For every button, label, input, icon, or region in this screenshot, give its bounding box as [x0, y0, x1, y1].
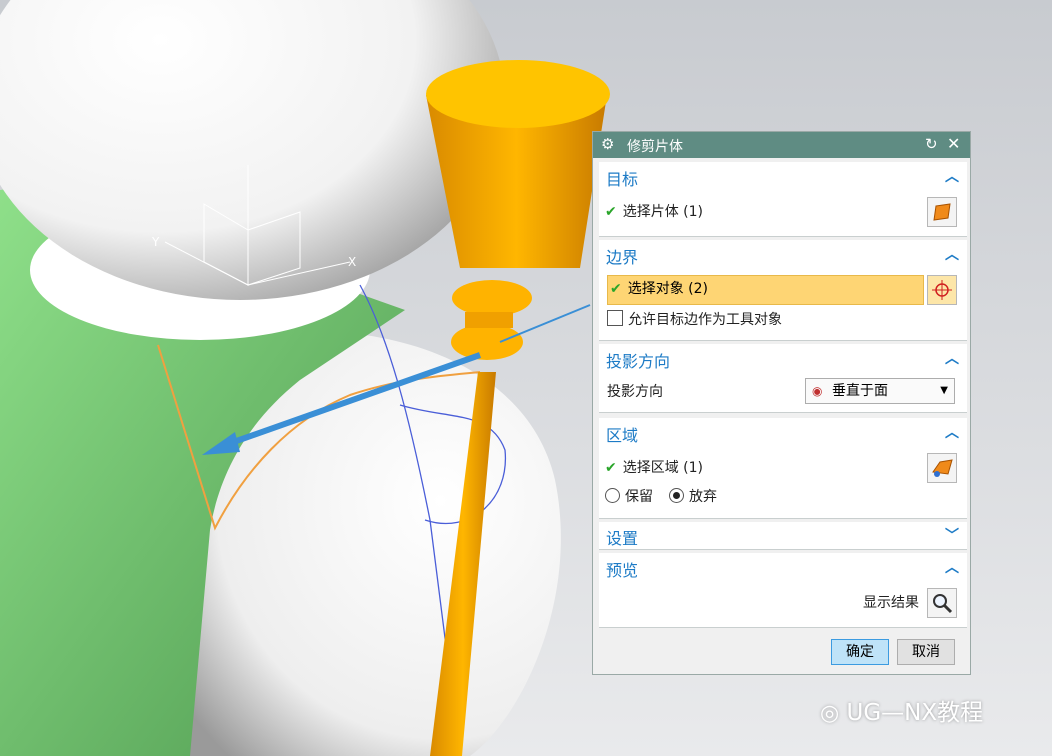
select-object-label: 选择对象 (2)	[627, 281, 709, 297]
show-result-label: 显示结果	[863, 595, 919, 611]
select-region-row[interactable]: ✔ 选择区域 (1)	[605, 456, 703, 480]
section-target: 目标 ︿ ✔ 选择片体 (1)	[599, 162, 967, 237]
show-result-button[interactable]	[927, 588, 957, 618]
check-icon: ✔	[605, 460, 617, 476]
axis-x-label: X	[348, 255, 356, 269]
check-icon: ✔	[605, 204, 617, 220]
chevron-up-icon[interactable]: ︿	[945, 166, 959, 186]
section-target-title: 目标	[606, 170, 639, 189]
section-settings-header[interactable]: 设置 ﹀	[599, 522, 967, 552]
discard-label: 放弃	[689, 489, 717, 505]
allow-target-edge-row[interactable]: 允许目标边作为工具对象	[607, 308, 782, 332]
select-sheet-button[interactable]	[927, 197, 957, 227]
projection-value: 垂直于面	[832, 383, 888, 399]
section-boundary-title: 边界	[606, 248, 639, 267]
watermark-text: UG—NX教程	[846, 700, 984, 726]
section-settings-title: 设置	[606, 529, 639, 548]
section-preview-header[interactable]: 预览 ︿	[599, 553, 967, 583]
section-projection-header[interactable]: 投影方向 ︿	[599, 344, 967, 374]
gear-icon[interactable]: ⚙	[601, 135, 614, 153]
sheet-icon	[933, 203, 951, 221]
normal-to-face-icon: ◉	[812, 384, 823, 398]
chevron-up-icon[interactable]: ︿	[945, 557, 959, 577]
watermark: ◎ UG—NX教程	[820, 693, 983, 727]
chevron-up-icon[interactable]: ︿	[945, 348, 959, 368]
projection-direction-select[interactable]: ◉ 垂直于面 ▼	[805, 378, 955, 404]
magnifier-icon	[933, 594, 953, 614]
section-preview-title: 预览	[606, 561, 639, 580]
section-region-header[interactable]: 区域 ︿	[599, 418, 967, 448]
axis-y-label: Y	[151, 235, 160, 249]
section-boundary-header[interactable]: 边界 ︿	[599, 240, 967, 270]
section-projection-title: 投影方向	[606, 352, 671, 371]
select-region-label: 选择区域 (1)	[622, 460, 704, 476]
discard-option[interactable]: 放弃	[669, 485, 717, 509]
section-region-title: 区域	[606, 426, 639, 445]
close-icon[interactable]: ✕	[947, 134, 960, 153]
chevron-down-icon[interactable]: ﹀	[945, 525, 959, 545]
region-icon	[932, 459, 953, 477]
cancel-button[interactable]: 取消	[897, 639, 955, 665]
keep-option[interactable]: 保留	[605, 485, 653, 509]
dropdown-arrow-icon: ▼	[940, 385, 948, 396]
allow-target-edge-checkbox[interactable]	[607, 310, 623, 326]
allow-target-edge-label: 允许目标边作为工具对象	[628, 312, 782, 328]
select-sheet-row[interactable]: ✔ 选择片体 (1)	[605, 200, 703, 224]
section-settings: 设置 ﹀	[599, 522, 967, 550]
check-icon: ✔	[610, 281, 622, 297]
keep-label: 保留	[625, 489, 653, 505]
ok-button[interactable]: 确定	[831, 639, 889, 665]
wechat-icon: ◎	[820, 701, 840, 726]
discard-radio[interactable]	[669, 488, 684, 503]
crosshair-icon	[932, 280, 952, 300]
chevron-up-icon[interactable]: ︿	[945, 422, 959, 442]
select-sheet-label: 选择片体 (1)	[622, 204, 704, 220]
reset-icon[interactable]: ↻	[925, 135, 938, 153]
projection-label: 投影方向	[607, 384, 663, 400]
keep-radio[interactable]	[605, 488, 620, 503]
chevron-up-icon[interactable]: ︿	[945, 244, 959, 264]
dialog-title: 修剪片体	[627, 139, 683, 155]
section-preview: 预览 ︿ 显示结果	[599, 553, 967, 628]
select-region-button[interactable]	[927, 453, 957, 483]
trim-sheet-dialog: ⚙ 修剪片体 ↻ ✕ 目标 ︿ ✔ 选择片体 (1) 边界 ︿ ✔ 选择对象 (2)…	[592, 131, 971, 675]
section-target-header[interactable]: 目标 ︿	[599, 162, 967, 192]
select-object-button[interactable]	[927, 275, 957, 305]
select-object-row[interactable]: ✔ 选择对象 (2)	[607, 275, 924, 305]
section-region: 区域 ︿ ✔ 选择区域 (1) 保留 放弃	[599, 418, 967, 519]
dialog-titlebar[interactable]: ⚙ 修剪片体 ↻ ✕	[593, 132, 970, 158]
